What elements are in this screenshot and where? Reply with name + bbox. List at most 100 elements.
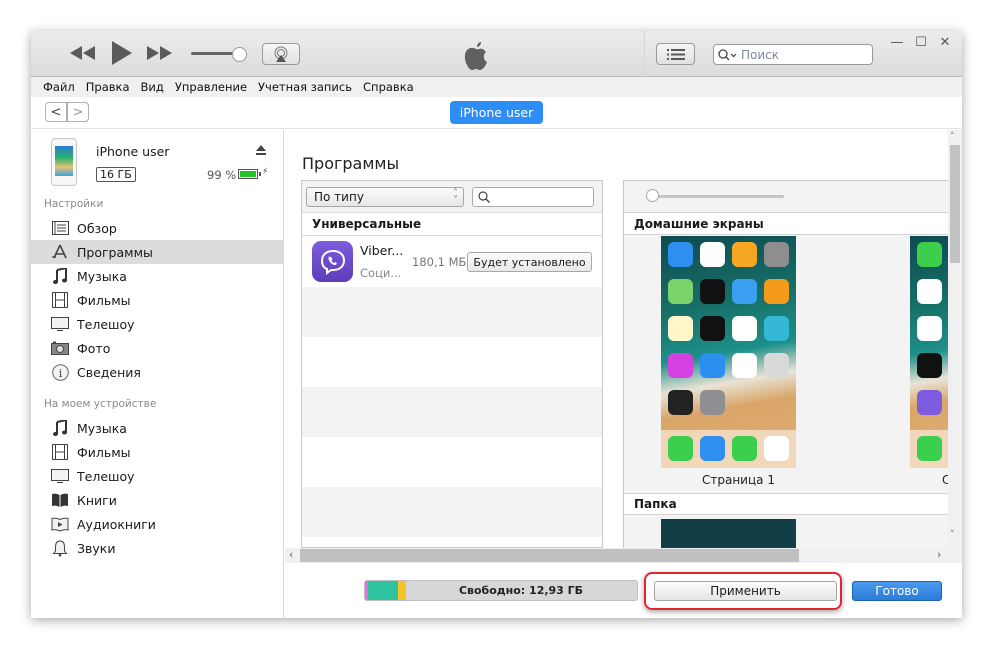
home-app-icon[interactable] xyxy=(700,353,725,378)
sort-select[interactable]: По типу ˄ ˅ xyxy=(306,187,464,207)
back-button[interactable]: < xyxy=(45,102,67,122)
device-button[interactable]: iPhone user xyxy=(450,101,543,124)
sidebar-item-device-audiobooks[interactable]: Аудиокниги xyxy=(31,512,283,536)
sidebar-item-device-movies[interactable]: Фильмы xyxy=(31,440,283,464)
app-search-input[interactable] xyxy=(472,187,594,207)
menu-edit[interactable]: Правка xyxy=(86,80,130,94)
home-app-icon[interactable] xyxy=(668,390,693,415)
minimize-button[interactable]: — xyxy=(888,35,906,50)
home-app-icon[interactable] xyxy=(700,279,725,304)
dock-app-icon[interactable] xyxy=(668,436,693,461)
home-app-icon[interactable] xyxy=(764,316,789,341)
sidebar-item-apps[interactable]: Программы xyxy=(31,240,283,264)
search-icon xyxy=(478,191,490,203)
home-app-icon[interactable] xyxy=(668,279,693,304)
home-app-icon[interactable] xyxy=(917,279,942,304)
fast-forward-button[interactable] xyxy=(146,41,174,65)
sidebar-item-music[interactable]: Музыка xyxy=(31,264,283,288)
maximize-icon: ☐ xyxy=(915,34,927,50)
search-input[interactable]: Поиск xyxy=(713,44,873,65)
home-app-icon[interactable] xyxy=(917,390,942,415)
dock-app-icon[interactable] xyxy=(700,436,725,461)
dock-app-icon[interactable] xyxy=(732,436,757,461)
zoom-knob[interactable] xyxy=(646,189,659,202)
home-app-icon[interactable] xyxy=(732,316,757,341)
home-screen-page-1[interactable] xyxy=(661,236,796,468)
dock-app-icon[interactable] xyxy=(917,436,942,461)
dock-app-icon[interactable] xyxy=(764,436,789,461)
home-app-icon[interactable] xyxy=(732,353,757,378)
maximize-button[interactable]: ☐ xyxy=(912,34,930,50)
screens-zoom-slider[interactable] xyxy=(624,181,948,213)
sidebar-item-device-books[interactable]: Книги xyxy=(31,488,283,512)
close-button[interactable]: ✕ xyxy=(936,35,954,50)
folder-preview[interactable] xyxy=(661,519,796,548)
app-name: Viber... xyxy=(360,243,404,258)
menu-account[interactable]: Учетная запись xyxy=(258,80,352,94)
horizontal-scroll-thumb[interactable] xyxy=(300,549,799,562)
sidebar-item-device-music[interactable]: Музыка xyxy=(31,416,283,440)
home-app-icon[interactable] xyxy=(917,316,942,341)
scroll-right-icon[interactable]: › xyxy=(937,548,941,561)
home-app-icon[interactable] xyxy=(700,316,725,341)
forward-button[interactable]: > xyxy=(67,102,89,122)
menu-help[interactable]: Справка xyxy=(363,80,414,94)
app-row[interactable]: Viber... Соци... 180,1 МБ Будет установл… xyxy=(302,237,602,287)
airplay-button[interactable] xyxy=(262,43,300,65)
search-placeholder: Поиск xyxy=(741,47,780,62)
list-view-button[interactable] xyxy=(656,43,695,65)
sidebar-item-summary[interactable]: Обзор xyxy=(31,216,283,240)
sidebar-item-tv[interactable]: Телешоу xyxy=(31,312,283,336)
done-button[interactable]: Готово xyxy=(852,581,942,601)
sidebar-item-device-tones[interactable]: Звуки xyxy=(31,536,283,560)
section-universal: Универсальные xyxy=(302,213,602,236)
horizontal-scrollbar[interactable]: ‹ › xyxy=(285,548,962,563)
battery-percent: 99 % xyxy=(207,168,237,182)
home-screen-page-2[interactable] xyxy=(910,236,948,468)
home-app-icon[interactable] xyxy=(668,353,693,378)
app-size: 180,1 МБ xyxy=(412,255,467,269)
vertical-scrollbar[interactable]: ˄ ˅ xyxy=(948,130,962,548)
sidebar-item-label: Обзор xyxy=(77,220,117,236)
sidebar-item-label: Фото xyxy=(77,340,111,356)
install-button[interactable]: Будет установлено xyxy=(467,252,592,272)
tv-icon xyxy=(51,316,69,332)
on-device-section-label: На моем устройстве xyxy=(44,398,157,410)
vertical-scroll-thumb[interactable] xyxy=(950,145,960,263)
sidebar-item-label: Музыка xyxy=(77,420,127,436)
sidebar-item-device-tv[interactable]: Телешоу xyxy=(31,464,283,488)
sidebar-item-photos[interactable]: Фото xyxy=(31,336,283,360)
empty-row xyxy=(302,437,602,487)
home-app-icon[interactable] xyxy=(917,242,942,267)
home-app-icon[interactable] xyxy=(700,242,725,267)
audiobooks-icon xyxy=(51,516,69,532)
home-app-icon[interactable] xyxy=(668,316,693,341)
sidebar-item-label: Фильмы xyxy=(77,292,131,308)
folder-header: Папка xyxy=(624,493,948,515)
home-app-icon[interactable] xyxy=(732,279,757,304)
sidebar-item-movies[interactable]: Фильмы xyxy=(31,288,283,312)
music-icon xyxy=(51,420,69,436)
scroll-up-icon[interactable]: ˄ xyxy=(950,132,955,142)
scroll-down-icon[interactable]: ˅ xyxy=(950,530,955,540)
sidebar-item-info[interactable]: i Сведения xyxy=(31,360,283,384)
home-app-icon[interactable] xyxy=(732,242,757,267)
home-app-icon[interactable] xyxy=(764,279,789,304)
apply-button[interactable]: Применить xyxy=(654,581,837,601)
home-app-icon[interactable] xyxy=(917,353,942,378)
home-app-icon[interactable] xyxy=(700,390,725,415)
volume-slider[interactable] xyxy=(191,47,249,62)
home-app-icon[interactable] xyxy=(764,353,789,378)
scroll-left-icon[interactable]: ‹ xyxy=(289,548,293,561)
rewind-button[interactable] xyxy=(69,41,97,65)
eject-button[interactable] xyxy=(255,144,267,156)
zoom-track xyxy=(652,195,784,198)
chevron-right-icon: > xyxy=(72,104,84,120)
home-app-icon[interactable] xyxy=(668,242,693,267)
play-button[interactable] xyxy=(109,39,135,67)
menu-controls[interactable]: Управление xyxy=(175,80,247,94)
menu-file[interactable]: Файл xyxy=(43,80,75,94)
volume-knob[interactable] xyxy=(232,47,247,62)
menu-view[interactable]: Вид xyxy=(141,80,164,94)
home-app-icon[interactable] xyxy=(764,242,789,267)
